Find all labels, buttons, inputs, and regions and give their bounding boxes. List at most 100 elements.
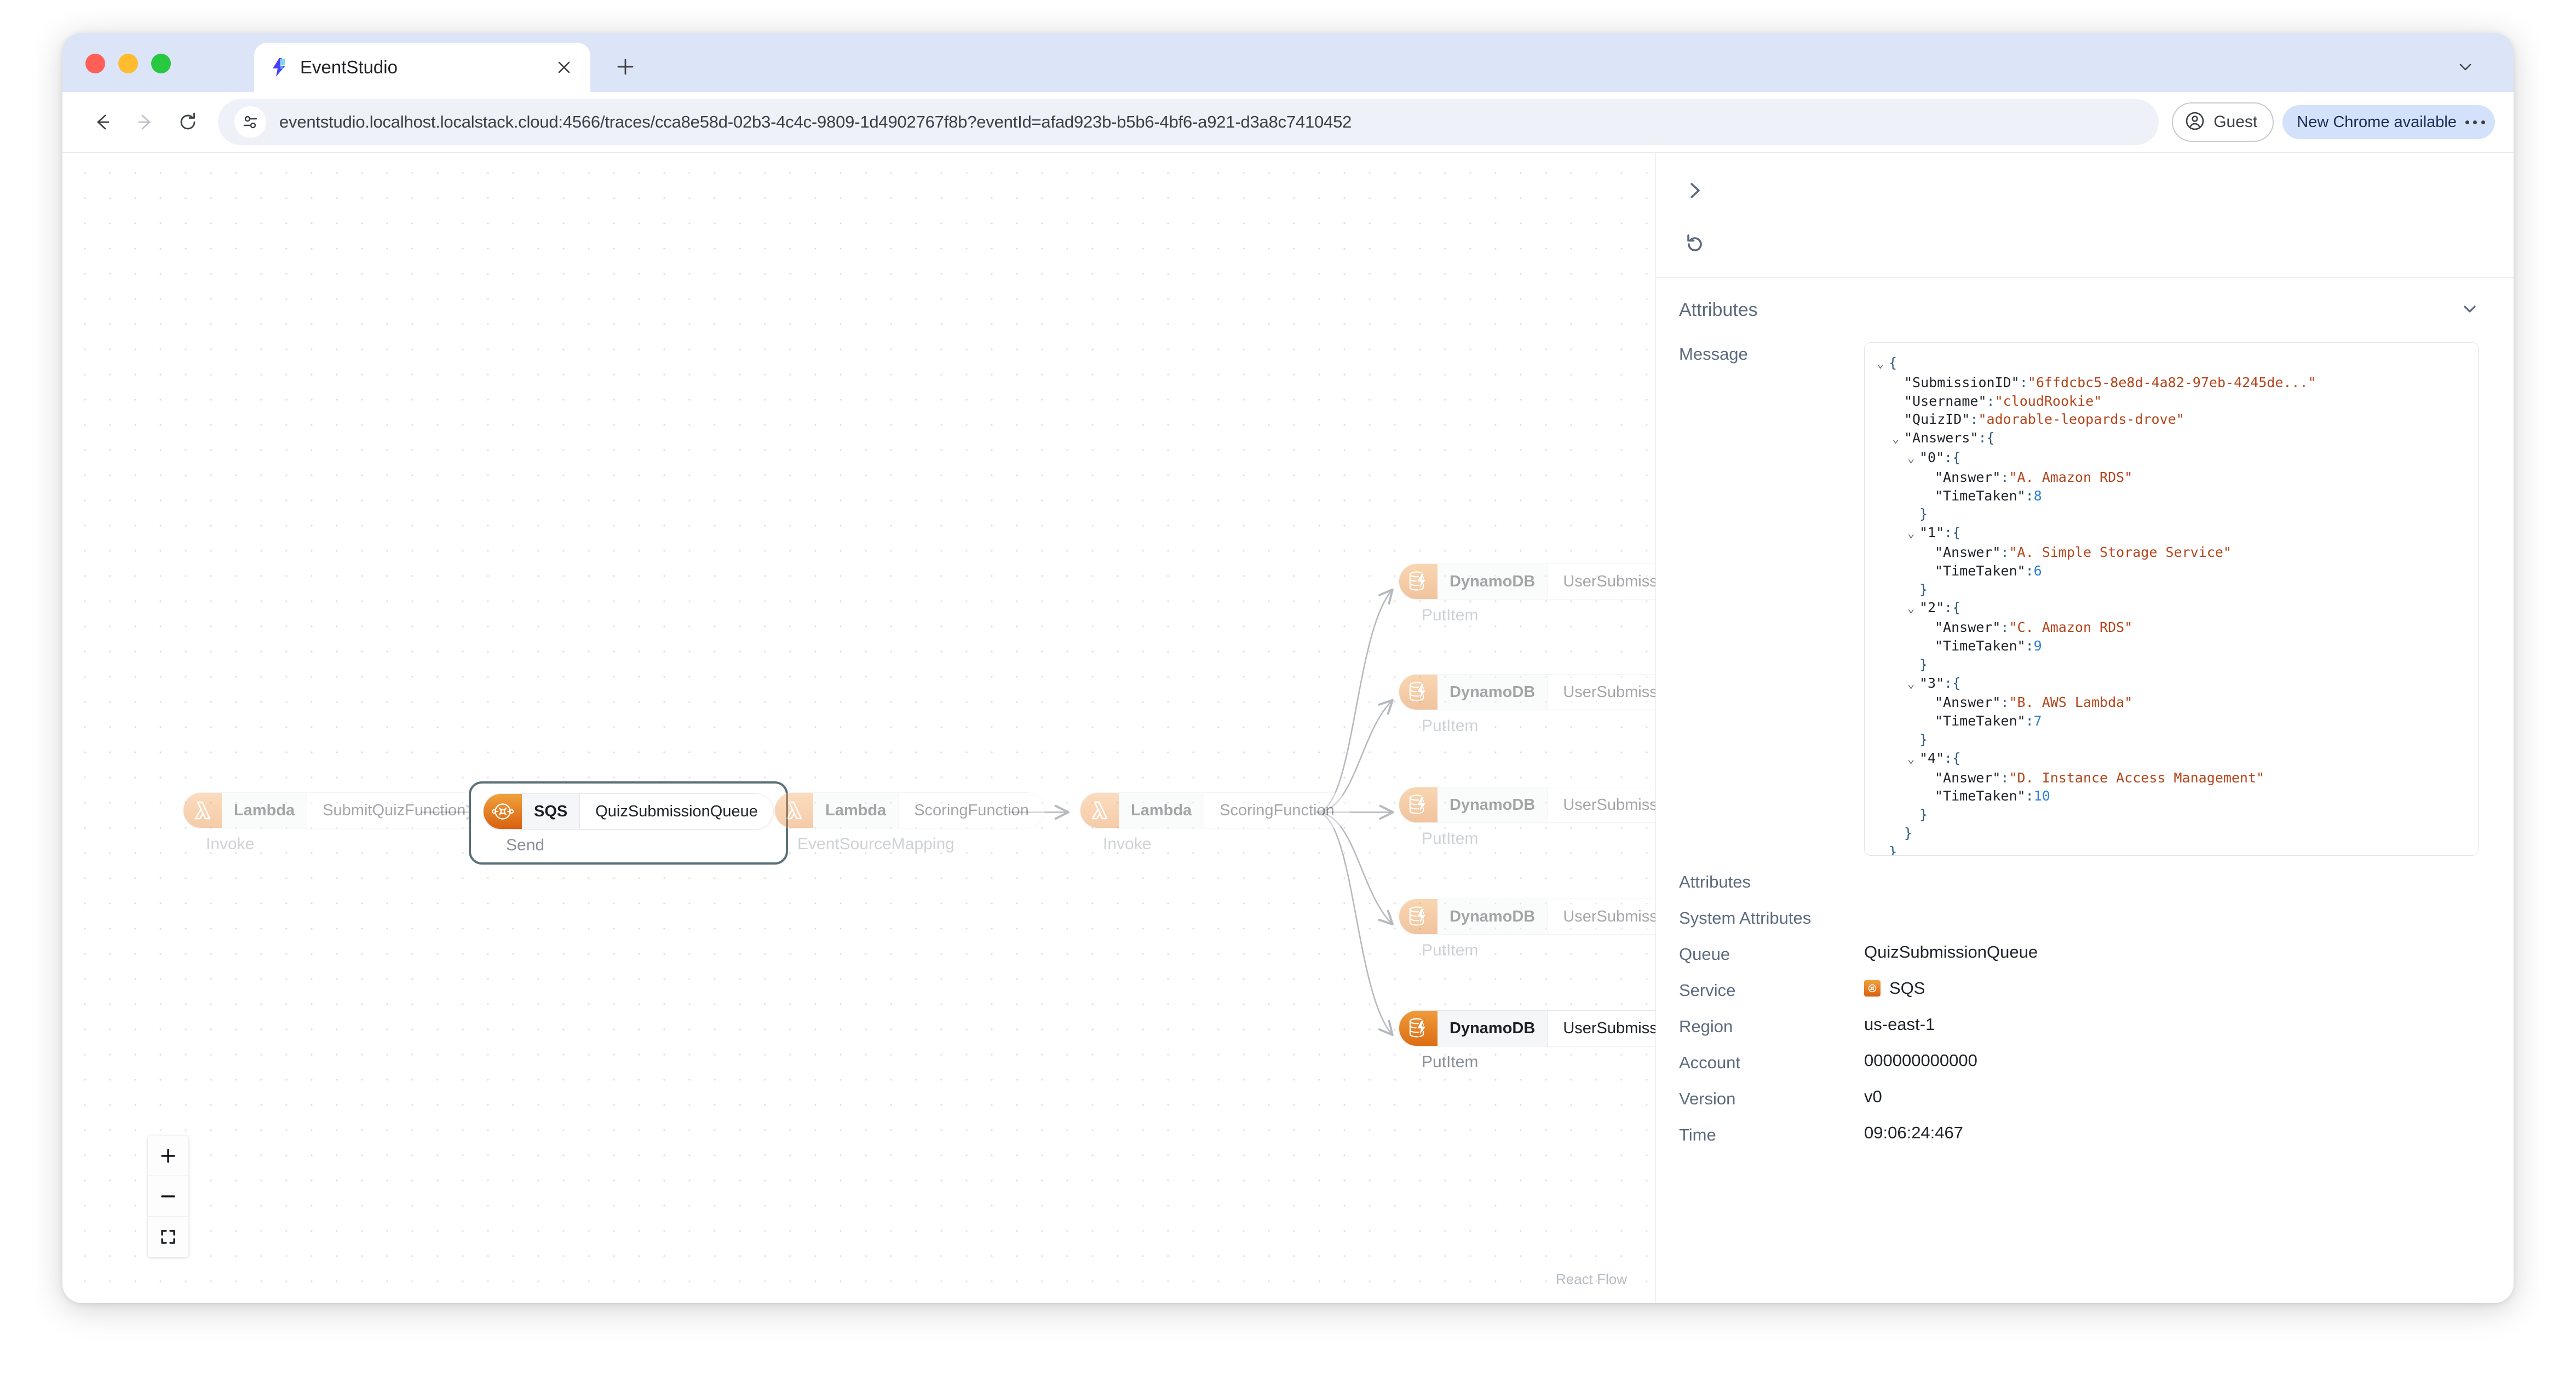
kebab-menu-icon[interactable]	[2463, 108, 2487, 136]
json-punc: :	[2000, 694, 2009, 711]
json-line: "SubmissionID": "6ffdcbc5-8e8d-4a82-97eb-…	[1877, 373, 2466, 392]
attribute-key: Service	[1679, 981, 1736, 1000]
message-json-viewer[interactable]: ⌄ { "SubmissionID": "6ffdcbc5-8e8d-4a82-97e…	[1864, 342, 2479, 856]
node-chip[interactable]: DynamoDBUserSubmissions	[1399, 787, 1655, 823]
chevron-down-icon[interactable]	[2450, 51, 2481, 82]
json-punc: }	[1904, 825, 1913, 841]
json-num: 6	[2033, 562, 2042, 579]
json-str: "adorable-leopards-drove"	[1978, 411, 2184, 428]
json-punc: :	[2019, 374, 2028, 390]
attribute-rows: Attributes System Attributes Queue QuizSubm…	[1679, 870, 2514, 1145]
attribute-value-text: 000000000000	[1864, 1051, 1977, 1070]
node-operation-label: PutItem	[1422, 941, 1479, 959]
account-circle-icon	[2184, 110, 2206, 135]
lambda-icon	[1080, 793, 1119, 828]
close-icon[interactable]	[552, 55, 576, 79]
json-key: "4"	[1919, 750, 1945, 766]
json-num: 7	[2033, 713, 2042, 729]
node-service-label: DynamoDB	[1438, 1011, 1548, 1046]
flow-node-dynamodb-n6[interactable]: DynamoDBUserSubmissions PutItem	[1399, 674, 1655, 735]
back-arrow-icon[interactable]	[81, 101, 124, 143]
chrome-update-chip[interactable]: New Chrome available	[2282, 105, 2495, 139]
close-window-button[interactable]	[85, 54, 105, 73]
react-flow-attribution[interactable]: React Flow	[1556, 1271, 1627, 1288]
node-operation-label: Invoke	[206, 835, 255, 853]
json-str: "A. Simple Storage Service"	[2009, 544, 2232, 560]
json-punc: :	[2025, 788, 2034, 804]
node-chip[interactable]: SQS QuizSubmissionQueue	[483, 793, 774, 830]
chevron-down-icon[interactable]: ⌄	[1877, 355, 1889, 373]
node-chip[interactable]: DynamoDBUserSubmissions	[1399, 674, 1655, 710]
attributes-section-header[interactable]: Attributes	[1656, 278, 2514, 342]
json-key: "3"	[1919, 675, 1945, 691]
json-punc: }	[1919, 731, 1928, 747]
browser-tab[interactable]: EventStudio	[254, 43, 590, 92]
json-str: "A. Amazon RDS"	[2009, 469, 2133, 485]
node-chip[interactable]: DynamoDBUserSubmissions	[1399, 563, 1655, 600]
node-chip[interactable]: Lambda ScoringFunction	[1080, 792, 1350, 828]
json-line: }	[1877, 730, 2466, 749]
attribute-key: Attributes	[1679, 872, 1751, 891]
json-key: "2"	[1919, 600, 1945, 616]
address-bar[interactable]: eventstudio.localhost.localstack.cloud:4…	[218, 99, 2159, 145]
forward-arrow-icon[interactable]	[124, 101, 166, 143]
attribute-value-text: SQS	[1889, 978, 1925, 998]
chevron-down-icon[interactable]: ⌄	[1907, 450, 1919, 468]
node-resource-label: UserSubmissions	[1548, 675, 1655, 710]
json-line: "TimeTaken":8	[1877, 487, 2466, 505]
flow-node-sqs-n2[interactable]: SQS QuizSubmissionQueue Send	[469, 781, 788, 865]
flow-node-dynamodb-n8[interactable]: DynamoDBUserSubmissions PutItem	[1399, 899, 1655, 960]
node-resource-label: ScoringFunction	[899, 793, 1044, 828]
json-line: "TimeTaken":10	[1877, 787, 2466, 805]
chevron-down-icon[interactable]: ⌄	[1907, 675, 1919, 694]
maximize-window-button[interactable]	[151, 54, 171, 73]
node-chip[interactable]: Lambda ScoringFunction	[774, 792, 1045, 828]
flow-node-dynamodb-n5[interactable]: DynamoDBUserSubmissions PutItem	[1399, 563, 1655, 625]
json-str: "B. AWS Lambda"	[2009, 694, 2133, 711]
chevron-down-icon[interactable]: ⌄	[1907, 750, 1919, 769]
json-line: "Answer": "A. Simple Storage Service"	[1877, 543, 2466, 562]
node-chip[interactable]: Lambda SubmitQuizFunction	[183, 792, 482, 828]
json-line: "Answer": "B. AWS Lambda"	[1877, 693, 2466, 712]
node-chip[interactable]: DynamoDBUserSubmissions	[1399, 899, 1655, 935]
attribute-key: Region	[1679, 1017, 1733, 1036]
plus-icon[interactable]	[610, 51, 641, 82]
flow-node-dynamodb-n7[interactable]: DynamoDBUserSubmissions PutItem	[1399, 787, 1655, 848]
json-line: }	[1877, 824, 2466, 843]
chevron-down-icon[interactable]: ⌄	[1892, 430, 1904, 448]
reset-rotate-icon[interactable]	[1678, 227, 1712, 261]
flow-canvas[interactable]: Lambda SubmitQuizFunction Invoke SQS QuizSub…	[62, 153, 1656, 1303]
json-line: ⌄ "3":{	[1877, 674, 2466, 694]
minimize-window-button[interactable]	[118, 54, 138, 73]
json-str: "D. Instance Access Management"	[2009, 769, 2265, 786]
node-service-label: DynamoDB	[1438, 787, 1548, 822]
fit-view-button[interactable]	[148, 1217, 188, 1257]
chevron-down-icon[interactable]: ⌄	[1907, 600, 1919, 618]
attribute-value: 09:06:24:467	[1864, 1123, 1963, 1143]
json-punc: {	[1952, 525, 1961, 541]
chevron-right-icon[interactable]	[1678, 174, 1712, 208]
json-punc: :	[1944, 600, 1953, 616]
flow-node-lambda-n4[interactable]: Lambda ScoringFunction Invoke	[1080, 792, 1350, 854]
url-text[interactable]: eventstudio.localhost.localstack.cloud:4…	[279, 112, 1352, 132]
json-key: "Answer"	[1935, 619, 2001, 636]
chevron-down-icon[interactable]	[2460, 299, 2480, 321]
node-chip[interactable]: DynamoDBUserSubmissions	[1399, 1010, 1655, 1046]
json-num: 9	[2033, 637, 2042, 654]
site-settings-icon[interactable]	[234, 106, 266, 138]
node-operation-label: PutItem	[1422, 717, 1479, 735]
reload-icon[interactable]	[166, 101, 209, 143]
node-resource-label: UserSubmissions	[1548, 899, 1655, 934]
node-operation-label: PutItem	[1422, 830, 1479, 848]
json-punc: {	[1952, 600, 1961, 616]
zoom-in-button[interactable]	[148, 1136, 188, 1176]
json-line: }	[1877, 805, 2466, 824]
flow-node-dynamodb-n9[interactable]: DynamoDBUserSubmissions PutItem	[1399, 1010, 1655, 1072]
profile-guest-button[interactable]: Guest	[2172, 102, 2274, 142]
chevron-down-icon[interactable]: ⌄	[1907, 525, 1919, 543]
details-panel: Attributes Message ⌄{"SubmissionID": "6ff…	[1656, 153, 2514, 1303]
flow-node-lambda-n3[interactable]: Lambda ScoringFunction EventSourceMapping	[774, 792, 1045, 854]
flow-node-lambda-n1[interactable]: Lambda SubmitQuizFunction Invoke	[183, 792, 482, 854]
zoom-out-button[interactable]	[148, 1176, 188, 1217]
json-line: ⌄ "1":{	[1877, 523, 2466, 543]
